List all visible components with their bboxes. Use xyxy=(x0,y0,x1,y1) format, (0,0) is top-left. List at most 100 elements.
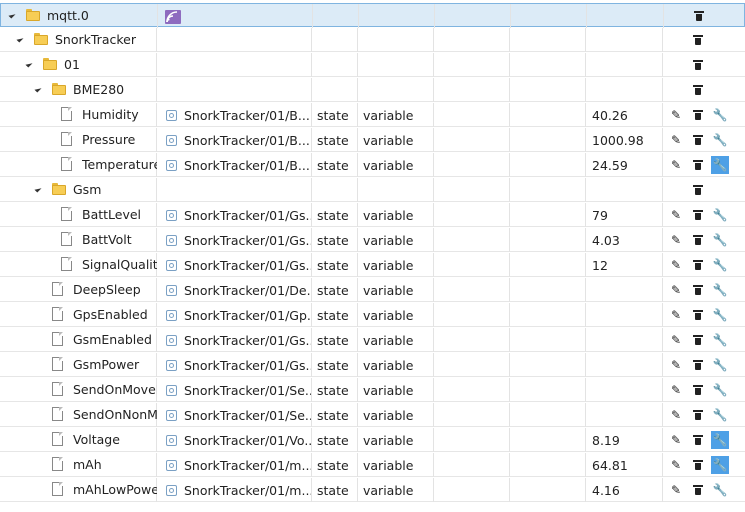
settings-button[interactable]: 🔧 xyxy=(711,231,729,249)
delete-button[interactable] xyxy=(689,331,707,349)
wrench-icon: 🔧 xyxy=(712,133,728,147)
delete-button[interactable] xyxy=(689,131,707,149)
settings-button[interactable]: 🔧 xyxy=(711,481,729,499)
edit-button[interactable]: ✎ xyxy=(667,281,685,299)
settings-button[interactable]: 🔧 xyxy=(711,281,729,299)
pencil-icon: ✎ xyxy=(670,208,682,222)
state-id-cell: SnorkTracker/01/B... xyxy=(166,128,311,152)
trash-icon xyxy=(693,235,703,245)
settings-button[interactable]: 🔧 xyxy=(711,106,729,124)
edit-button[interactable]: ✎ xyxy=(667,156,685,174)
column-cell xyxy=(510,378,586,402)
state-row[interactable]: SendOnNonM SnorkTracker/01/Se... state vari… xyxy=(0,403,745,427)
trash-icon xyxy=(693,310,703,320)
settings-button[interactable]: 🔧 xyxy=(711,331,729,349)
folder-row[interactable]: BME280 xyxy=(0,78,745,102)
file-icon xyxy=(61,232,72,246)
state-row[interactable]: mAhLowPower SnorkTracker/01/m... state vari… xyxy=(0,478,745,502)
state-row[interactable]: GsmPower SnorkTracker/01/Gs... state variab… xyxy=(0,353,745,377)
folder-row[interactable]: 01 xyxy=(0,53,745,77)
folder-row[interactable]: SnorkTracker xyxy=(0,28,745,52)
delete-button[interactable] xyxy=(689,181,707,199)
delete-button[interactable] xyxy=(689,31,707,49)
folder-icon xyxy=(52,83,66,95)
state-row[interactable]: GpsEnabled SnorkTracker/01/Gp... state vari… xyxy=(0,303,745,327)
settings-button[interactable]: 🔧 xyxy=(711,256,729,274)
delete-button[interactable] xyxy=(689,481,707,499)
settings-button[interactable]: 🔧 xyxy=(711,406,729,424)
column-cell xyxy=(510,328,586,352)
edit-button[interactable]: ✎ xyxy=(667,106,685,124)
edit-button[interactable]: ✎ xyxy=(667,131,685,149)
state-type: state xyxy=(317,382,349,398)
wrench-icon: 🔧 xyxy=(712,408,728,422)
edit-button[interactable]: ✎ xyxy=(667,456,685,474)
column-cell xyxy=(313,4,359,28)
delete-button[interactable] xyxy=(689,81,707,99)
delete-button[interactable] xyxy=(689,56,707,74)
state-type-icon xyxy=(166,234,177,246)
state-value: 8.19 xyxy=(592,432,620,448)
state-role: variable xyxy=(363,332,414,348)
state-id-cell: SnorkTracker/01/m... xyxy=(166,478,311,502)
state-name: SendOnMoveE xyxy=(73,382,157,397)
settings-button[interactable]: 🔧 xyxy=(711,431,729,449)
edit-button[interactable]: ✎ xyxy=(667,381,685,399)
column-cell xyxy=(434,28,510,52)
delete-button[interactable] xyxy=(689,406,707,424)
delete-button[interactable] xyxy=(689,281,707,299)
delete-button[interactable] xyxy=(689,306,707,324)
settings-button[interactable]: 🔧 xyxy=(711,131,729,149)
delete-button[interactable] xyxy=(689,356,707,374)
state-name: Pressure xyxy=(82,132,136,147)
state-row[interactable]: GsmEnabled SnorkTracker/01/Gs... state vari… xyxy=(0,328,745,352)
state-name: Temperature xyxy=(82,157,157,172)
settings-button[interactable]: 🔧 xyxy=(711,356,729,374)
settings-button[interactable]: 🔧 xyxy=(711,381,729,399)
delete-button[interactable] xyxy=(689,381,707,399)
pencil-icon: ✎ xyxy=(670,283,682,297)
delete-button[interactable] xyxy=(689,156,707,174)
state-row[interactable]: Pressure SnorkTracker/01/B... state variabl… xyxy=(0,128,745,152)
edit-button[interactable]: ✎ xyxy=(667,406,685,424)
state-row[interactable]: Temperature SnorkTracker/01/B... state vari… xyxy=(0,153,745,177)
state-row[interactable]: BattLevel SnorkTracker/01/Gs... state varia… xyxy=(0,203,745,227)
delete-button[interactable] xyxy=(689,231,707,249)
edit-button[interactable]: ✎ xyxy=(667,306,685,324)
edit-button[interactable]: ✎ xyxy=(667,431,685,449)
file-icon xyxy=(52,407,63,421)
settings-button[interactable]: 🔧 xyxy=(711,306,729,324)
edit-button[interactable]: ✎ xyxy=(667,481,685,499)
state-row[interactable]: mAh SnorkTracker/01/m... state variable 64.8… xyxy=(0,453,745,477)
folder-row[interactable]: mqtt.0 xyxy=(0,3,745,28)
delete-button[interactable] xyxy=(689,256,707,274)
settings-button[interactable]: 🔧 xyxy=(711,456,729,474)
settings-button[interactable]: 🔧 xyxy=(711,156,729,174)
edit-button[interactable]: ✎ xyxy=(667,356,685,374)
state-row[interactable]: Voltage SnorkTracker/01/Vo... state variabl… xyxy=(0,428,745,452)
state-id-cell: SnorkTracker/01/m... xyxy=(166,453,311,477)
state-row[interactable]: SignalQuality SnorkTracker/01/Gs... state v… xyxy=(0,253,745,277)
state-row[interactable]: Humidity SnorkTracker/01/B... state variabl… xyxy=(0,103,745,127)
wrench-icon: 🔧 xyxy=(712,108,728,122)
file-icon xyxy=(52,307,63,321)
folder-icon xyxy=(26,9,40,21)
state-row[interactable]: SendOnMoveE SnorkTracker/01/Se... state var… xyxy=(0,378,745,402)
file-icon xyxy=(52,382,63,396)
edit-button[interactable]: ✎ xyxy=(667,206,685,224)
state-row[interactable]: BattVolt SnorkTracker/01/Gs... state variab… xyxy=(0,228,745,252)
delete-button[interactable] xyxy=(689,431,707,449)
edit-button[interactable]: ✎ xyxy=(667,231,685,249)
delete-button[interactable] xyxy=(689,106,707,124)
delete-button[interactable] xyxy=(690,7,708,25)
settings-button[interactable]: 🔧 xyxy=(711,206,729,224)
delete-button[interactable] xyxy=(689,456,707,474)
folder-row[interactable]: Gsm xyxy=(0,178,745,202)
column-cell xyxy=(158,4,313,28)
state-id-cell: SnorkTracker/01/Gs... xyxy=(166,353,311,377)
delete-button[interactable] xyxy=(689,206,707,224)
edit-button[interactable]: ✎ xyxy=(667,256,685,274)
state-name: GsmEnabled xyxy=(73,332,152,347)
edit-button[interactable]: ✎ xyxy=(667,331,685,349)
state-row[interactable]: DeepSleep SnorkTracker/01/De... state varia… xyxy=(0,278,745,302)
